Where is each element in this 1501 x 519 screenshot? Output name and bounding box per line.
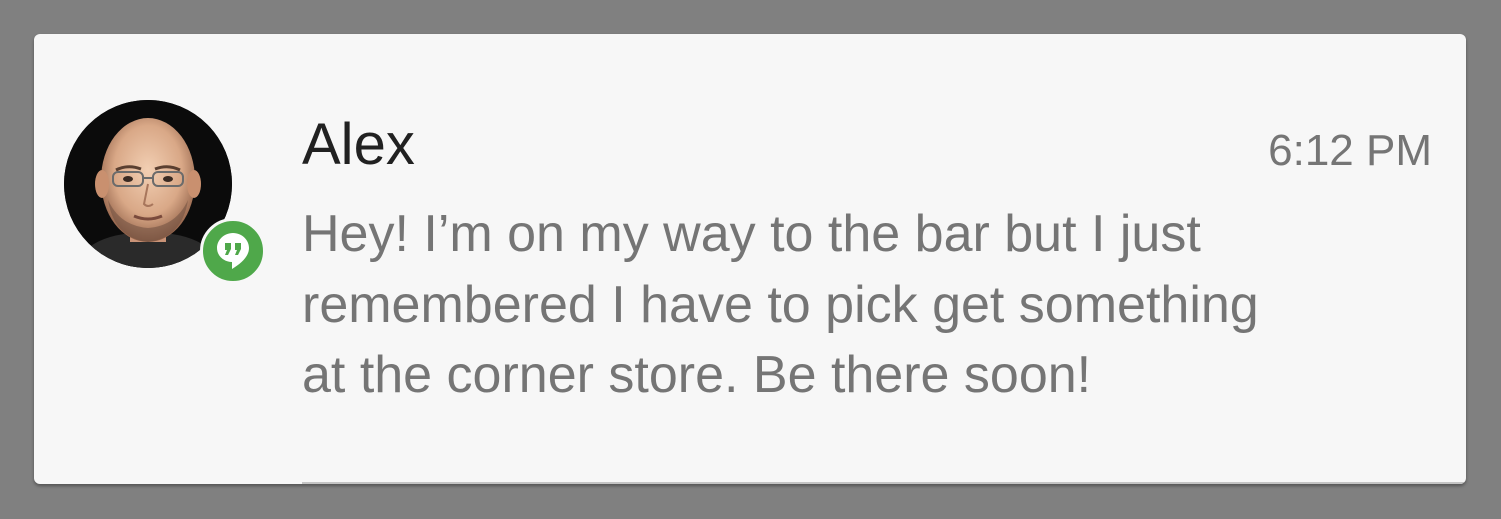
hangouts-quote-icon (217, 233, 249, 269)
message-text-line: remembered I have to pick get something (302, 276, 1259, 334)
card-divider (302, 482, 1466, 484)
notification-time: 6:12 PM (1268, 126, 1432, 175)
message-text-line: at the corner store. Be there soon! (302, 346, 1092, 404)
sender-name: Alex (302, 112, 415, 177)
hangouts-app-badge (200, 218, 266, 284)
notification-card[interactable]: Alex 6:12 PM Hey! I’m on my way to the b… (34, 34, 1466, 484)
message-text-line: Hey! I’m on my way to the bar but I just (302, 205, 1201, 263)
